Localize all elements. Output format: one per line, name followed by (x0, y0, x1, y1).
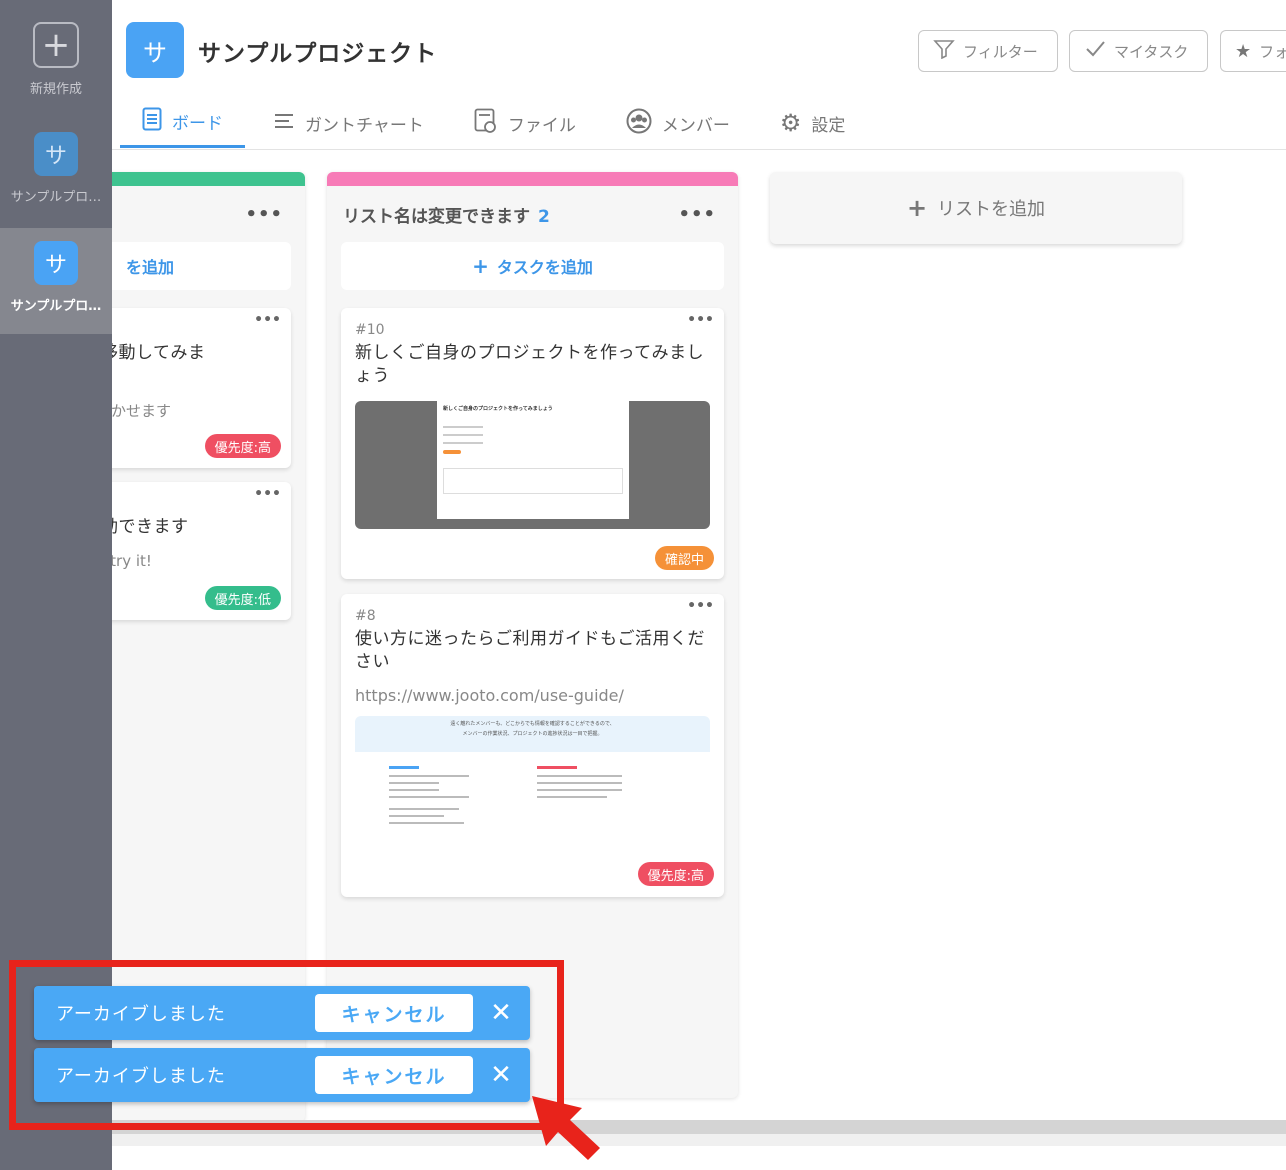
task-card[interactable]: ••• #10 新しくご自身のプロジェクトを作ってみましょう 新しくご自身のプロ… (341, 308, 724, 579)
filter-label: フィルター (963, 42, 1038, 61)
card-title: 使い方に迷ったらご利用ガイドもご活用ください (355, 629, 705, 672)
card-description: プで動かせます (112, 402, 172, 420)
add-task-label: タスクを追加 (496, 258, 593, 277)
thumbnail-title: 新しくご自身のプロジェクトを作ってみましょう (443, 406, 553, 412)
tab-members-label: メンバー (661, 115, 730, 136)
page-title: サンプルプロジェクト (198, 41, 438, 67)
mytask-label: マイタスク (1114, 42, 1189, 61)
filter-icon (933, 39, 955, 64)
task-card[interactable]: ••• に移動できます t too. try it! 優先度:低 (112, 482, 291, 620)
card-number: #10 (355, 322, 385, 338)
plus-icon: + (33, 22, 79, 68)
list-menu-icon[interactable]: ••• (678, 204, 716, 225)
gantt-icon (273, 111, 295, 136)
tab-bar: ボード ガントチャート ファイル メンバー ⚙ 設定 (112, 98, 873, 150)
list-menu-icon[interactable]: ••• (245, 204, 283, 225)
card-menu-icon[interactable]: ••• (687, 312, 714, 328)
list-title[interactable]: リスト名は変更できます (343, 207, 530, 227)
sidebar-project-label: サンプルプロ… (10, 299, 102, 314)
add-list-label: リストを追加 (937, 199, 1046, 220)
priority-badge: 優先度:低 (204, 586, 281, 610)
add-list-button[interactable]: + リストを追加 (770, 172, 1182, 244)
favorite-label: フォ (1259, 42, 1286, 61)
filter-button[interactable]: フィルター (918, 30, 1058, 72)
add-task-button[interactable]: + タスクを追加 (341, 242, 724, 290)
card-title: トに移動してみま (112, 343, 206, 363)
card-menu-icon[interactable]: ••• (254, 312, 281, 328)
task-card[interactable]: ••• トに移動してみま プで動かせます 優先度:高 (112, 308, 291, 468)
project-icon: サ (126, 22, 184, 78)
task-card[interactable]: ••• #8 使い方に迷ったらご利用ガイドもご活用ください https://ww… (341, 594, 724, 897)
tab-board-label: ボード (172, 114, 223, 134)
tab-board[interactable]: ボード (120, 98, 245, 148)
priority-badge: 優先度:高 (204, 434, 281, 458)
add-task-button[interactable]: を追加 (112, 242, 291, 290)
plus-icon: + (472, 254, 489, 278)
highlight-box (9, 960, 564, 1130)
star-icon: ★ (1235, 40, 1252, 62)
tab-files-label: ファイル (507, 115, 576, 136)
priority-badge: 優先度:高 (637, 862, 714, 886)
card-title: 新しくご自身のプロジェクトを作ってみましょう (355, 343, 705, 386)
tab-settings[interactable]: ⚙ 設定 (758, 98, 868, 148)
pointer-arrow-icon (532, 1096, 600, 1160)
list-header: ••• (112, 186, 305, 242)
status-badge: 確認中 (654, 546, 714, 570)
sidebar-project-2[interactable]: サ サンプルプロ… (0, 241, 112, 314)
card-menu-icon[interactable]: ••• (687, 598, 714, 614)
list-color-bar (112, 172, 305, 186)
list-color-bar (327, 172, 738, 186)
thumbnail-text: メンバーの作業状況、プロジェクトの進捗状況は一目で把握。 (462, 731, 603, 737)
add-task-label: を追加 (126, 258, 175, 277)
card-url[interactable]: https://www.jooto.com/use-guide/ (355, 686, 624, 705)
card-title: に移動できます (112, 517, 189, 537)
tab-files[interactable]: ファイル (452, 98, 598, 148)
favorite-button[interactable]: ★ フォ (1220, 30, 1286, 72)
list-header: リスト名は変更できます 2 ••• (327, 186, 738, 242)
gear-icon: ⚙ (779, 109, 802, 137)
mytask-button[interactable]: マイタスク (1069, 30, 1208, 72)
project-avatar: サ (34, 132, 78, 176)
project-avatar: サ (34, 241, 78, 285)
card-attachment-thumbnail: 新しくご自身のプロジェクトを作ってみましょう (355, 401, 710, 529)
project-header: サ サンプルプロジェクト フィルター マイタスク ★ フォ ボード ガントチャー… (112, 0, 1286, 150)
card-description: t too. try it! (112, 552, 152, 570)
plus-icon: + (906, 194, 928, 222)
sidebar-project-label: サンプルプロ… (10, 190, 102, 205)
board-icon (142, 107, 162, 136)
card-number: #8 (355, 608, 376, 624)
sidebar-new-project[interactable]: + 新規作成 (0, 22, 112, 97)
sidebar-new-label: 新規作成 (29, 82, 82, 97)
horizontal-scrollbar-track (112, 1134, 1286, 1146)
thumbnail-text: 遠く離れたメンバーも、どこからでも情報を確認することができるので、 (450, 721, 615, 727)
tab-gantt-label: ガントチャート (305, 115, 424, 136)
card-menu-icon[interactable]: ••• (254, 486, 281, 502)
check-icon (1084, 39, 1106, 64)
sidebar-project-1[interactable]: サ サンプルプロ… (0, 132, 112, 205)
tab-settings-label: 設定 (811, 115, 846, 136)
tab-members[interactable]: メンバー (604, 98, 752, 148)
members-icon (626, 108, 652, 139)
list-count: 2 (538, 206, 550, 227)
file-icon (474, 108, 498, 139)
card-attachment-thumbnail: 遠く離れたメンバーも、どこからでも情報を確認することができるので、 メンバーの作… (355, 716, 710, 846)
tab-gantt[interactable]: ガントチャート (251, 98, 446, 148)
